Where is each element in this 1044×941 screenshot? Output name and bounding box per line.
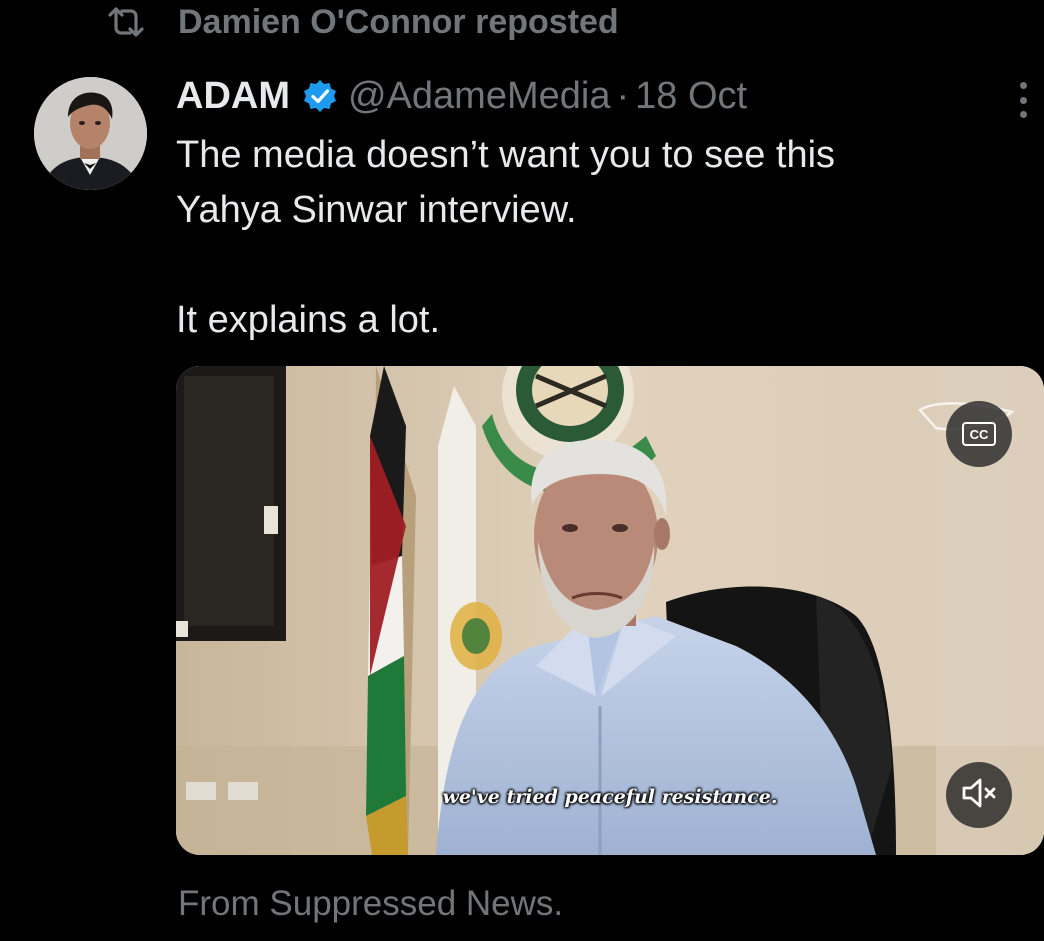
captions-button[interactable]: CC [946, 401, 1012, 467]
video-player[interactable]: we've tried peaceful resistance. [176, 366, 1044, 855]
separator-dot: · [616, 74, 630, 117]
video-frame [176, 366, 1044, 855]
repost-indicator[interactable]: Damien O'Connor reposted [104, 2, 619, 42]
author-name[interactable]: ADAM [176, 75, 290, 118]
tweet-text-line: Yahya Sinwar interview. [176, 189, 577, 231]
captions-icon: CC [962, 422, 996, 446]
volume-muted-icon [960, 776, 998, 815]
verified-badge-icon [302, 78, 338, 114]
media-source-text: From Suppressed News. [178, 884, 564, 923]
repost-text[interactable]: Damien O'Connor reposted [178, 3, 619, 42]
repost-icon [104, 5, 148, 39]
tweet-text-line: The media doesn’t want you to see this [176, 134, 836, 176]
avatar[interactable] [34, 77, 147, 190]
author-handle[interactable]: @AdameMedia [348, 75, 610, 118]
tweet-date[interactable]: 18 Oct [635, 75, 747, 118]
tweet-header: ADAM @AdameMedia · 18 Oct [176, 72, 747, 120]
video-subtitle: we've tried peaceful resistance. [442, 786, 778, 808]
tweet-text: The media doesn’t want you to see this Y… [176, 128, 976, 348]
more-options-icon[interactable] [1010, 80, 1036, 120]
mute-button[interactable] [946, 762, 1012, 828]
tweet-text-line: It explains a lot. [176, 299, 441, 341]
